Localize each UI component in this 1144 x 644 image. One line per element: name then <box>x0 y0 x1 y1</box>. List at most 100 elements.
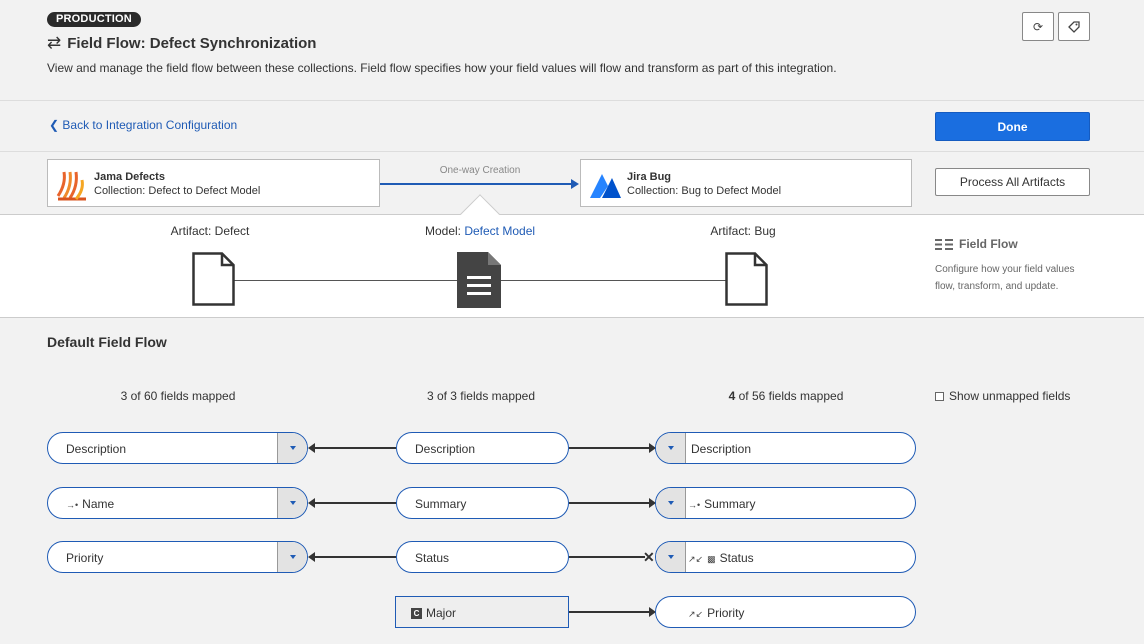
model-field-summary[interactable]: Summary <box>396 487 569 519</box>
source-field-priority[interactable]: Priority <box>47 541 308 573</box>
source-artifact-name: Defect <box>214 224 250 238</box>
target-artifact-label: Artifact: Bug <box>683 224 803 238</box>
page-header: PRODUCTION ⇄ Field Flow: Defect Synchron… <box>0 0 1144 101</box>
nav-row: ❮ Back to Integration Configuration Done <box>0 101 1144 152</box>
constant-label-wrap: C Major <box>411 606 456 620</box>
flow-connector <box>569 502 649 504</box>
title-row: ⇄ Field Flow: Defect Synchronization <box>47 34 316 52</box>
source-field-dropdown[interactable] <box>277 433 307 463</box>
model-constant-major[interactable]: C Major <box>395 596 569 628</box>
show-unmapped-checkbox[interactable] <box>935 391 944 401</box>
swap-arrows-icon: ⇄ <box>47 33 62 52</box>
target-field-dropdown[interactable] <box>656 433 686 463</box>
transform-icon: →• <box>688 500 701 510</box>
field-flow-title: Field Flow <box>959 237 1018 251</box>
source-field-description[interactable]: Description <box>47 432 308 464</box>
model-field-label: Status <box>415 551 450 565</box>
source-collection-name: Jama Defects <box>94 171 165 183</box>
link-icon: ▩ <box>707 554 716 564</box>
back-link[interactable]: ❮ Back to Integration Configuration <box>49 118 237 132</box>
chevron-left-icon: ❮ <box>49 118 60 132</box>
target-mapped-count: 4 of 56 fields mapped <box>688 389 884 403</box>
artifacts-row: Artifact: Defect Model: Defect Model Art… <box>0 194 1144 318</box>
flow-connector <box>314 556 396 558</box>
target-field-label: Description <box>691 442 752 456</box>
target-field-label-wrap: →• Summary <box>688 497 756 511</box>
page-description: View and manage the field flow between t… <box>47 61 837 75</box>
refresh-button[interactable]: ⟳ <box>1022 12 1054 41</box>
collections-row: Jama Defects Collection: Defect to Defec… <box>0 152 1144 214</box>
target-mapped-rest: of 56 fields mapped <box>735 389 844 403</box>
source-artifact-prefix: Artifact: <box>170 224 215 238</box>
model-link[interactable]: Defect Model <box>464 224 535 238</box>
constant-label: Major <box>426 606 457 620</box>
show-unmapped-toggle[interactable]: Show unmapped fields <box>935 389 1070 403</box>
relation-arrowhead <box>571 179 579 189</box>
field-flow-panel-title: Field Flow <box>935 237 1018 251</box>
jira-logo-icon <box>590 174 621 198</box>
model-mapped-count: 3 of 3 fields mapped <box>426 389 536 403</box>
target-collection-model: Collection: Bug to Defect Model <box>627 185 782 197</box>
source-field-label: Description <box>66 442 127 456</box>
relation-label: One-way Creation <box>439 165 521 176</box>
transform-icon: →• <box>66 500 79 510</box>
tag-icon <box>1068 20 1080 33</box>
target-field-label-wrap: ↗↙ ▩ Status <box>688 551 754 565</box>
target-field-dropdown[interactable] <box>656 542 686 572</box>
target-field-description[interactable]: Description <box>655 432 916 464</box>
blocked-flow-x-icon: ✕ <box>643 549 655 565</box>
field-flow-icon <box>935 238 953 250</box>
source-collection-model: Collection: Defect to Defect Model <box>94 185 261 197</box>
target-field-label: Status <box>719 551 754 565</box>
target-document-icon[interactable] <box>725 252 768 306</box>
process-all-artifacts-button[interactable]: Process All Artifacts <box>935 168 1090 196</box>
target-field-dropdown[interactable] <box>656 488 686 518</box>
source-field-label: Priority <box>66 551 104 565</box>
source-artifact-label: Artifact: Defect <box>150 224 270 238</box>
source-mapped-count: 3 of 60 fields mapped <box>120 389 236 403</box>
target-collection-name: Jira Bug <box>627 171 672 183</box>
compress-icon: ↗↙ <box>688 554 704 564</box>
caret-down-icon <box>289 501 296 505</box>
flow-connector <box>569 447 649 449</box>
relation-arrow-line <box>380 183 572 185</box>
target-field-label-wrap: ↗↙ Priority <box>688 606 744 620</box>
refresh-icon: ⟳ <box>1032 19 1044 34</box>
caret-down-icon <box>667 555 674 559</box>
caret-down-icon <box>289 555 296 559</box>
environment-badge: PRODUCTION <box>47 12 141 27</box>
source-field-dropdown[interactable] <box>277 542 307 572</box>
default-field-flow-title: Default Field Flow <box>47 334 167 350</box>
caret-down-icon <box>289 446 296 450</box>
target-field-status[interactable]: ↗↙ ▩ Status <box>655 541 916 573</box>
source-field-label-wrap: →• Name <box>66 497 114 511</box>
target-artifact-name: Bug <box>754 224 776 238</box>
flow-connector <box>314 502 396 504</box>
target-field-priority[interactable]: ↗↙ Priority <box>655 596 916 628</box>
model-field-status[interactable]: Status <box>396 541 569 573</box>
source-field-name[interactable]: →• Name <box>47 487 308 519</box>
target-collection-card[interactable]: Jira Bug Collection: Bug to Defect Model <box>580 159 912 207</box>
done-button[interactable]: Done <box>935 112 1090 141</box>
flow-connector <box>314 447 396 449</box>
constant-icon: C <box>411 607 422 619</box>
show-unmapped-label: Show unmapped fields <box>949 389 1071 403</box>
source-field-dropdown[interactable] <box>277 488 307 518</box>
model-field-description[interactable]: Description <box>396 432 569 464</box>
model-prefix: Model: <box>424 224 465 238</box>
source-document-icon[interactable] <box>192 252 235 306</box>
source-collection-card[interactable]: Jama Defects Collection: Defect to Defec… <box>47 159 380 207</box>
caret-down-icon <box>667 446 674 450</box>
caret-down-icon <box>667 501 674 505</box>
model-document-icon[interactable] <box>457 252 501 308</box>
target-field-summary[interactable]: →• Summary <box>655 487 916 519</box>
flow-connector <box>569 556 645 558</box>
jama-logo-icon <box>56 171 86 201</box>
flow-connector <box>569 611 649 613</box>
model-label: Model: Defect Model <box>400 224 560 238</box>
compress-icon: ↗↙ <box>688 609 704 619</box>
target-artifact-prefix: Artifact: <box>710 224 755 238</box>
model-field-label: Description <box>415 442 476 456</box>
model-field-label: Summary <box>415 497 467 511</box>
tag-button[interactable] <box>1058 12 1090 41</box>
